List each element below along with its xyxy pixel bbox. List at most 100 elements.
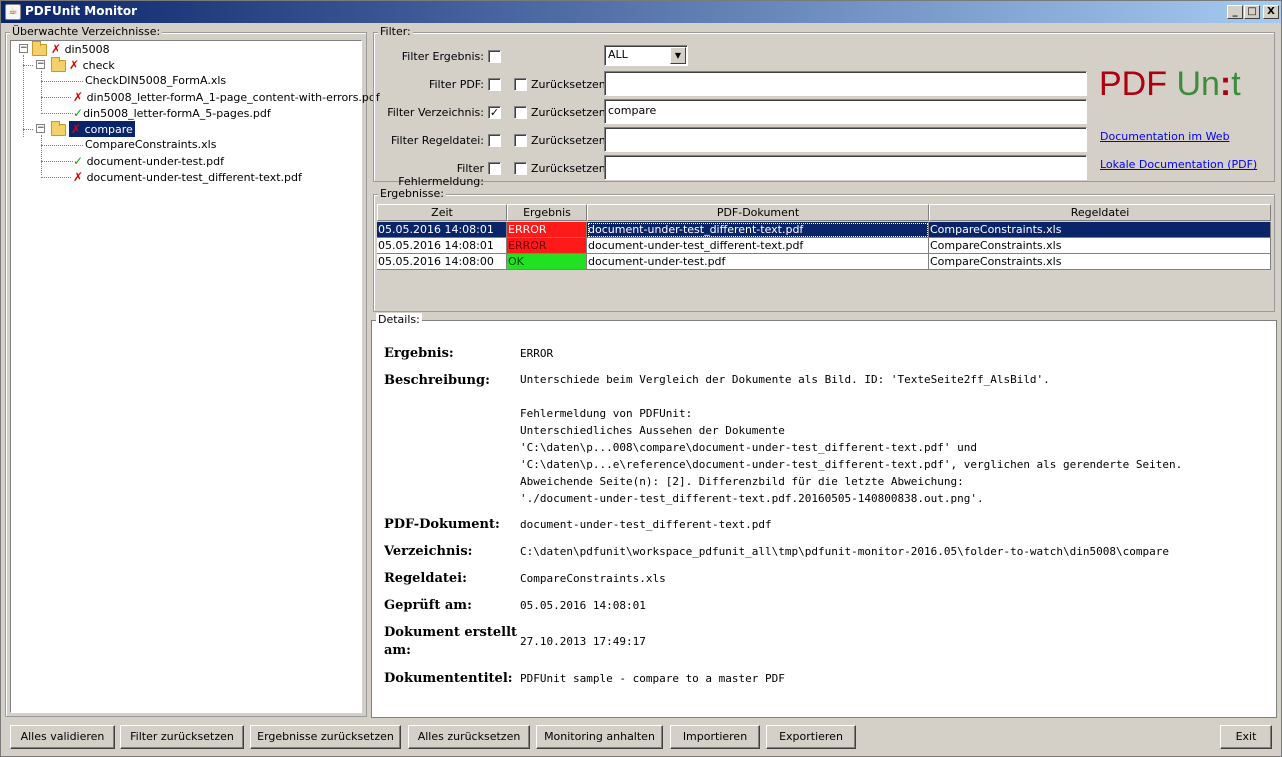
window-title: PDFUnit Monitor <box>25 4 138 18</box>
tree-item-label: CompareConstraints.xls <box>85 138 217 151</box>
filter-verzeichnis-input[interactable]: compare <box>604 99 1087 124</box>
filter-verzeichnis-checkbox[interactable]: ✓ <box>488 106 501 119</box>
tree-item-label: check <box>82 59 115 72</box>
tree-item-file[interactable]: ✓ document-under-test.pdf <box>73 153 224 169</box>
filter-panel: Filter: Filter Ergebnis: ALL ▼ Filter PD… <box>373 25 1275 188</box>
maximize-button[interactable]: □ <box>1244 5 1260 19</box>
filter-regeldatei-input[interactable] <box>604 127 1087 152</box>
detail-dokument-label: PDF-Dokument: <box>384 517 500 532</box>
filter-fehlermeldung-label: Filter Fehlermeldung: <box>398 162 484 188</box>
cell-regeldatei: CompareConstraints.xls <box>929 222 1271 238</box>
cell-zeit: 05.05.2016 14:08:00 <box>377 254 507 270</box>
title-bar[interactable]: ☕ PDFUnit Monitor _ □ X <box>1 1 1281 23</box>
pdfunit-logo: PDF Un:t <box>1099 65 1241 104</box>
tree-item-label: din5008_letter-formA_5-pages.pdf <box>83 107 271 120</box>
results-panel: Ergebnisse: Zeit Ergebnis PDF-Dokument R… <box>373 187 1275 312</box>
collapse-toggle-icon[interactable]: − <box>36 124 45 133</box>
filter-ergebnis-checkbox[interactable] <box>488 50 501 63</box>
results-label: Ergebnisse: <box>378 187 446 200</box>
filter-fehlermeldung-checkbox[interactable] <box>488 162 501 175</box>
column-header-ergebnis[interactable]: Ergebnis <box>507 204 587 221</box>
filter-fehlermeldung-reset-label: Zurücksetzen <box>531 162 606 175</box>
error-icon: ✗ <box>71 122 82 136</box>
detail-ergebnis-value: ERROR <box>520 347 554 360</box>
tree-item-label: din5008_letter-formA_1-page_content-with… <box>86 91 380 104</box>
folder-icon <box>32 41 47 56</box>
filter-regeldatei-reset-checkbox[interactable] <box>514 134 527 147</box>
filter-fehlermeldung-input[interactable] <box>604 155 1087 180</box>
detail-titel-value: PDFUnit sample - compare to a master PDF <box>520 672 785 685</box>
stop-monitoring-button[interactable]: Monitoring anhalten <box>536 725 663 749</box>
collapse-toggle-icon[interactable]: − <box>19 44 28 53</box>
detail-titel-label: Dokumententitel: <box>384 671 513 686</box>
error-icon: ✗ <box>73 170 84 184</box>
details-panel: Details: Ergebnis: ERROR Beschreibung: U… <box>371 313 1277 718</box>
logo-unit-text-b: : <box>1219 65 1232 103</box>
logo-unit-text-c: t <box>1231 65 1241 103</box>
documentation-web-link[interactable]: Documentation im Web <box>1100 130 1230 143</box>
reset-results-button[interactable]: Ergebnisse zurücksetzen <box>250 725 401 749</box>
cell-regeldatei: CompareConstraints.xls <box>929 254 1271 270</box>
documentation-pdf-link[interactable]: Lokale Documentation (PDF) <box>1100 158 1257 171</box>
filter-verzeichnis-label: Filter Verzeichnis: <box>387 106 484 119</box>
detail-geprueft-value: 05.05.2016 14:08:01 <box>520 599 646 612</box>
filter-pdf-input[interactable] <box>604 71 1087 96</box>
detail-verzeichnis-value: C:\daten\pdfunit\workspace_pdfunit_all\t… <box>520 545 1170 558</box>
filter-fehlermeldung-reset-checkbox[interactable] <box>514 162 527 175</box>
filter-verzeichnis-reset-checkbox[interactable] <box>514 106 527 119</box>
column-header-pdf-dokument[interactable]: PDF-Dokument <box>587 204 929 221</box>
cell-regeldatei: CompareConstraints.xls <box>929 238 1271 254</box>
filter-pdf-reset-checkbox[interactable] <box>514 78 527 91</box>
tree-item-check[interactable]: ✗ check <box>69 57 115 73</box>
folder-icon <box>51 121 66 136</box>
tree-item-file[interactable]: CheckDIN5008_FormA.xls <box>85 73 226 89</box>
filter-pdf-reset-label: Zurücksetzen <box>531 78 606 91</box>
detail-erstellt-value: 27.10.2013 17:49:17 <box>520 635 646 648</box>
chevron-down-icon[interactable]: ▼ <box>670 47 686 64</box>
detail-regeldatei-value: CompareConstraints.xls <box>520 572 666 585</box>
filter-ergebnis-select[interactable]: ALL ▼ <box>604 45 688 66</box>
minimize-button[interactable]: _ <box>1227 5 1243 19</box>
filter-pdf-checkbox[interactable] <box>488 78 501 91</box>
detail-ergebnis-label: Ergebnis: <box>384 346 454 361</box>
tree-item-file[interactable]: ✓din5008_letter-formA_5-pages.pdf <box>73 105 271 121</box>
cell-dokument: document-under-test_different-text.pdf <box>587 238 929 254</box>
tree-item-file[interactable]: CompareConstraints.xls <box>85 137 216 153</box>
tree-item-file[interactable]: ✗ document-under-test_different-text.pdf <box>73 169 302 185</box>
ok-check-icon: ✓ <box>73 106 84 120</box>
watched-folders-label: Überwachte Verzeichnisse: <box>10 25 163 38</box>
tree-item-compare[interactable]: ✗ compare <box>69 121 135 137</box>
detail-verzeichnis-label: Verzeichnis: <box>384 544 473 559</box>
column-header-zeit[interactable]: Zeit <box>377 204 507 221</box>
tree-item-din5008[interactable]: ✗ din5008 <box>51 41 110 57</box>
error-icon: ✗ <box>73 90 84 104</box>
detail-beschreibung-value: Unterschiede beim Vergleich der Dokument… <box>520 373 1183 505</box>
cell-zeit: 05.05.2016 14:08:01 <box>377 222 507 238</box>
folder-tree[interactable]: − ✗ din5008 − ✗ check CheckDIN5008_FormA… <box>10 40 380 713</box>
column-header-regeldatei[interactable]: Regeldatei <box>929 204 1271 221</box>
detail-beschreibung-label: Beschreibung: <box>384 373 490 388</box>
import-button[interactable]: Importieren <box>670 725 760 749</box>
watched-folders-panel: Überwachte Verzeichnisse: − ✗ din5008 − <box>5 25 380 717</box>
reset-all-button[interactable]: Alles zurücksetzen <box>408 725 530 749</box>
cell-zeit: 05.05.2016 14:08:01 <box>377 238 507 254</box>
detail-erstellt-label-line1: Dokument erstellt <box>384 625 518 640</box>
select-value: ALL <box>608 48 628 61</box>
reset-filter-button[interactable]: Filter zurücksetzen <box>120 725 244 749</box>
export-button[interactable]: Exportieren <box>766 725 856 749</box>
cell-ergebnis: OK <box>507 254 587 270</box>
filter-pdf-label: Filter PDF: <box>428 78 484 91</box>
tree-item-label: document-under-test_different-text.pdf <box>86 171 302 184</box>
tree-item-file[interactable]: ✗ din5008_letter-formA_1-page_content-wi… <box>73 89 380 105</box>
collapse-toggle-icon[interactable]: − <box>36 60 45 69</box>
filter-ergebnis-label: Filter Ergebnis: <box>401 50 484 63</box>
validate-all-button[interactable]: Alles validieren <box>10 725 115 749</box>
exit-button[interactable]: Exit <box>1220 725 1272 749</box>
close-button[interactable]: X <box>1263 5 1279 19</box>
filter-regeldatei-checkbox[interactable] <box>488 134 501 147</box>
filter-regeldatei-reset-label: Zurücksetzen <box>531 134 606 147</box>
tree-item-label: din5008 <box>64 43 110 56</box>
filter-label: Filter: <box>378 25 413 38</box>
filter-regeldatei-label: Filter Regeldatei: <box>390 134 484 147</box>
cell-dokument: document-under-test_different-text.pdf <box>587 222 929 238</box>
